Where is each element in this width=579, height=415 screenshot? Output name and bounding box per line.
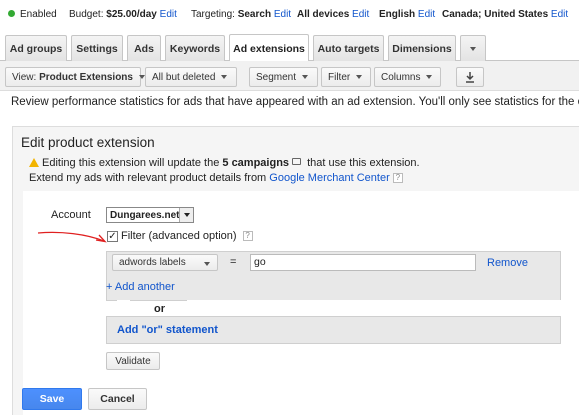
chevron-down-icon <box>204 262 210 266</box>
status-devices: All devices Edit <box>297 9 370 20</box>
status-targeting: Targeting: Search Edit <box>191 9 292 20</box>
operator-label: = <box>230 256 237 268</box>
chevron-down-icon <box>221 75 228 79</box>
segment-dropdown[interactable]: Segment <box>249 67 318 87</box>
attribute-dropdown[interactable]: adwords labels <box>112 254 218 271</box>
remove-link[interactable]: Remove <box>487 257 528 269</box>
validate-button[interactable]: Validate <box>106 352 160 370</box>
tab-settings[interactable]: Settings <box>71 35 123 61</box>
warning-message: Editing this extension will update the 5… <box>29 157 420 169</box>
tab-ads[interactable]: Ads <box>127 35 161 61</box>
status-language: English Edit <box>379 9 436 20</box>
more-tabs-button[interactable] <box>460 35 486 61</box>
filter-dropdown[interactable]: Filter <box>321 67 371 87</box>
filter-checkbox[interactable]: ✓ <box>107 231 118 242</box>
chevron-down-icon <box>426 75 433 79</box>
panel-title: Edit product extension <box>21 135 155 150</box>
status-filter-dropdown[interactable]: All but deleted <box>145 67 237 87</box>
comment-bubble-icon <box>292 158 302 165</box>
status-locations: Canada; United States Edit <box>442 9 569 20</box>
language-edit-link[interactable]: Edit <box>418 9 435 20</box>
help-icon[interactable]: ? <box>242 231 253 241</box>
annotation-arrow-icon <box>37 231 107 243</box>
targeting-edit-link[interactable]: Edit <box>274 9 291 20</box>
cancel-button[interactable]: Cancel <box>88 388 147 410</box>
dropdown-arrow-icon <box>179 208 193 222</box>
info-text: Review performance statistics for ads th… <box>11 96 579 108</box>
campaign-tabs: Ad groups Settings Ads Keywords Ad exten… <box>0 33 579 62</box>
locations-edit-link[interactable]: Edit <box>551 9 568 20</box>
add-another-link[interactable]: + Add another <box>106 281 175 293</box>
tab-keywords[interactable]: Keywords <box>165 35 225 61</box>
columns-dropdown[interactable]: Columns <box>374 67 441 87</box>
or-separator: or <box>154 303 165 315</box>
filter-value-input[interactable]: go <box>250 254 476 271</box>
chevron-down-icon <box>302 75 309 79</box>
warning-icon <box>29 158 39 167</box>
tab-ad-groups[interactable]: Ad groups <box>5 35 67 61</box>
campaign-status-bar: Enabled Budget: $25.00/day Edit Targetin… <box>0 0 579 30</box>
chevron-down-icon <box>470 46 476 51</box>
add-or-statement-link[interactable]: Add "or" statement <box>117 324 218 336</box>
account-label: Account <box>51 209 91 221</box>
devices-edit-link[interactable]: Edit <box>352 9 369 20</box>
budget-edit-link[interactable]: Edit <box>160 9 177 20</box>
extend-ads-text: Extend my ads with relevant product deta… <box>29 172 403 184</box>
download-button[interactable] <box>456 67 484 87</box>
help-icon[interactable]: ? <box>392 173 403 183</box>
chevron-down-icon <box>356 75 363 79</box>
status-enabled: Enabled <box>8 9 57 20</box>
toolbar: View: Product Extensions All but deleted… <box>0 61 579 91</box>
save-button[interactable]: Save <box>22 388 82 410</box>
tab-auto-targets[interactable]: Auto targets <box>313 35 384 61</box>
merchant-center-link[interactable]: Google Merchant Center <box>269 172 389 184</box>
tab-dimensions[interactable]: Dimensions <box>388 35 456 61</box>
enabled-dot-icon <box>8 10 15 17</box>
filter-option-label: Filter (advanced option) ? <box>121 230 253 242</box>
tab-ad-extensions[interactable]: Ad extensions <box>229 34 309 62</box>
view-dropdown[interactable]: View: Product Extensions <box>5 67 145 87</box>
download-icon <box>466 71 474 83</box>
account-select[interactable]: Dungarees.net <box>106 207 194 223</box>
status-budget: Budget: $25.00/day Edit <box>69 9 177 20</box>
